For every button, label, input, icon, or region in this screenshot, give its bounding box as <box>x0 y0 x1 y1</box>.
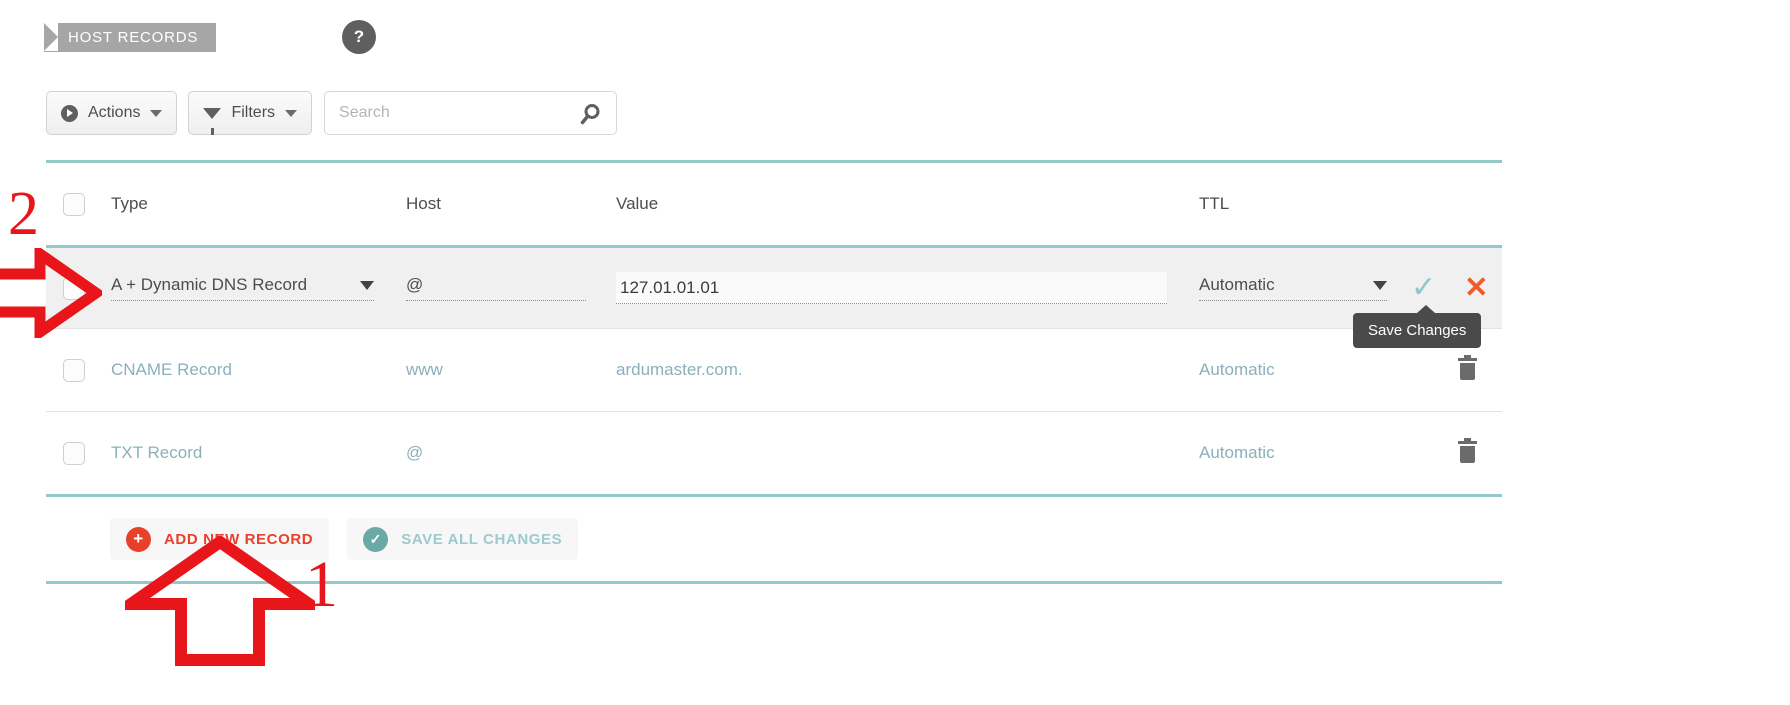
toolbar: Actions Filters <box>46 91 618 135</box>
actions-button[interactable]: Actions <box>46 91 178 135</box>
row-checkbox[interactable] <box>63 358 85 382</box>
filters-button[interactable]: Filters <box>188 91 313 135</box>
trash-can <box>1460 446 1475 463</box>
save-changes-tooltip: Save Changes <box>1353 305 1482 348</box>
annotation-number-2: 2 <box>8 180 39 248</box>
chevron-down-icon <box>360 280 374 290</box>
save-all-changes-label: SAVE ALL CHANGES <box>401 530 563 548</box>
record-type-value: A + Dynamic DNS Record <box>111 275 308 294</box>
row-action-buttons: ✓ ✕ <box>1411 273 1488 303</box>
row-host: @ <box>406 443 424 462</box>
host-input[interactable]: @ <box>406 275 586 301</box>
edit-value-cell <box>616 272 1199 304</box>
add-new-record-label: ADD NEW RECORD <box>164 530 314 548</box>
row-select-cell <box>46 358 111 382</box>
edit-host-cell: @ <box>406 275 616 301</box>
table-footer: + ADD NEW RECORD ✓ SAVE ALL CHANGES <box>46 497 1502 581</box>
actions-button-label: Actions <box>88 104 141 121</box>
host-records-table: Type Host Value TTL A + Dynamic DNS Reco… <box>46 160 1502 584</box>
help-icon[interactable]: ? <box>342 20 376 54</box>
row-ttl: Automatic <box>1199 443 1275 462</box>
search-icon[interactable] <box>580 103 602 125</box>
value-input[interactable] <box>616 272 1167 304</box>
table-row-editing: A + Dynamic DNS Record @ Automatic ✓ ✕ <box>46 248 1502 328</box>
cancel-record-cross-icon[interactable]: ✕ <box>1464 273 1488 303</box>
search-input[interactable] <box>325 92 594 134</box>
tooltip-text: Save Changes <box>1368 322 1467 339</box>
row-value: ardumaster.com. <box>616 360 743 379</box>
filters-button-label: Filters <box>231 104 276 121</box>
edit-type-cell: A + Dynamic DNS Record <box>111 275 406 301</box>
trash-lid <box>1458 438 1477 444</box>
add-new-record-button[interactable]: + ADD NEW RECORD <box>110 518 330 560</box>
select-all-checkbox[interactable] <box>63 192 85 216</box>
play-circle-icon <box>61 104 78 122</box>
help-icon-glyph: ? <box>353 27 365 46</box>
search-box[interactable] <box>324 91 618 135</box>
table-row[interactable]: CNAME Record www ardumaster.com. Automat… <box>46 329 1502 411</box>
row-checkbox[interactable] <box>63 276 85 300</box>
host-value: @ <box>406 275 424 294</box>
column-header-value: Value <box>616 194 659 213</box>
save-record-checkmark-icon[interactable]: ✓ <box>1411 273 1436 303</box>
trash-icon[interactable] <box>1458 355 1477 382</box>
page-title: HOST RECORDS <box>68 29 199 46</box>
footer-divider <box>46 581 1502 584</box>
trash-lid <box>1458 355 1477 361</box>
table-header-row: Type Host Value TTL <box>46 163 1502 245</box>
save-all-changes-button[interactable]: ✓ SAVE ALL CHANGES <box>347 518 579 560</box>
edit-ttl-cell: Automatic <box>1199 275 1439 301</box>
row-ttl: Automatic <box>1199 360 1275 379</box>
column-header-ttl: TTL <box>1199 194 1230 213</box>
row-select-cell <box>46 441 111 465</box>
trash-can <box>1460 363 1475 380</box>
chevron-down-icon <box>150 109 163 117</box>
row-type: TXT Record <box>111 443 203 462</box>
column-header-host: Host <box>406 194 441 213</box>
row-select-cell <box>46 276 111 300</box>
row-host: www <box>406 360 443 379</box>
row-type: CNAME Record <box>111 360 232 379</box>
select-all-cell <box>46 192 111 216</box>
host-records-tag: HOST RECORDS <box>44 23 217 52</box>
page-banner: HOST RECORDS <box>44 23 217 52</box>
column-header-type: Type <box>111 194 148 213</box>
chevron-down-icon <box>285 109 298 117</box>
funnel-icon <box>203 107 222 135</box>
record-type-dropdown[interactable]: A + Dynamic DNS Record <box>111 275 374 301</box>
chevron-down-icon <box>1373 280 1387 290</box>
row-checkbox[interactable] <box>63 441 85 465</box>
plus-circle-icon: + <box>126 526 151 552</box>
check-circle-icon: ✓ <box>363 526 389 552</box>
ttl-value: Automatic <box>1199 275 1275 294</box>
table-row[interactable]: TXT Record @ Automatic <box>46 412 1502 494</box>
ttl-dropdown[interactable]: Automatic <box>1199 275 1387 301</box>
trash-icon[interactable] <box>1458 438 1477 465</box>
